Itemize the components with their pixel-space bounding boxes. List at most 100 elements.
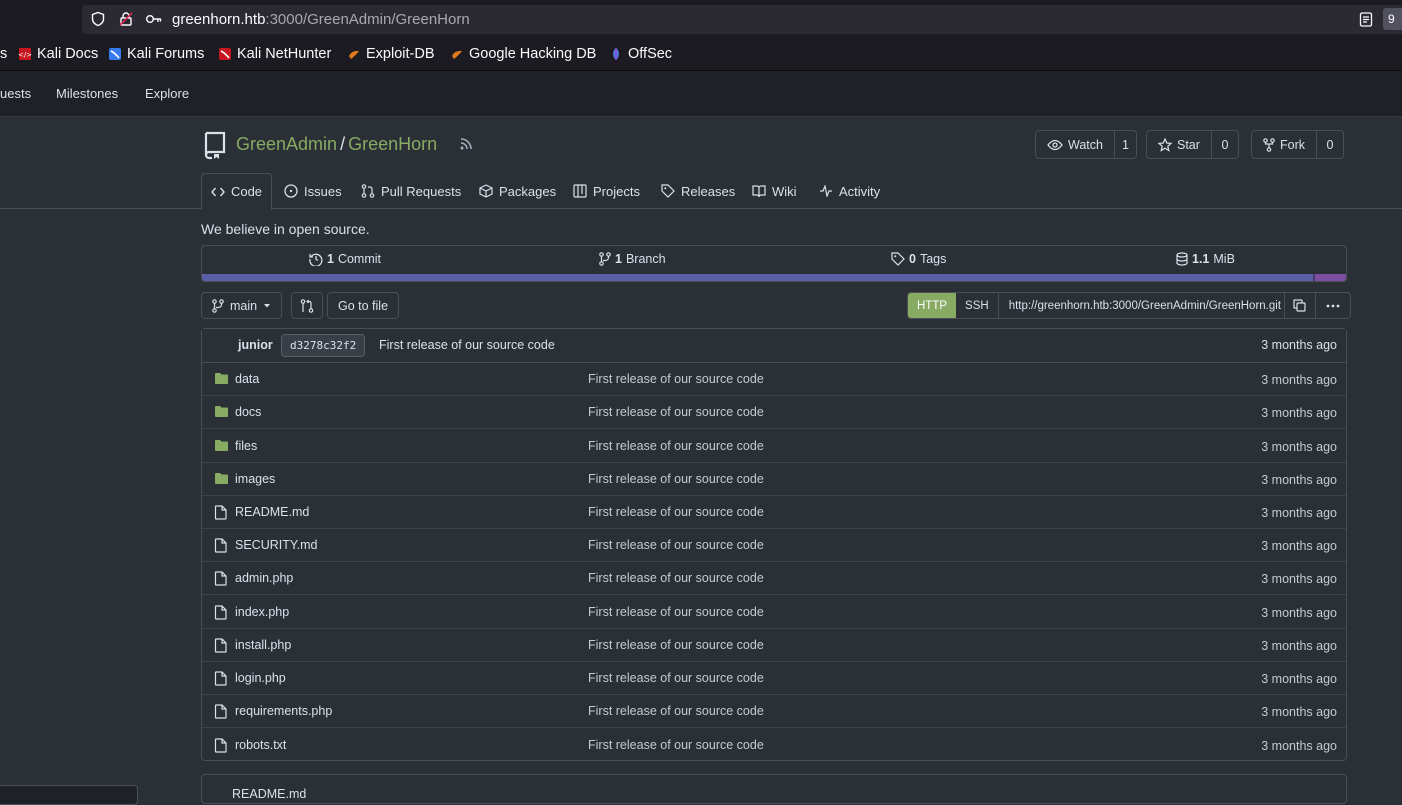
- tab-packages[interactable]: Packages: [479, 173, 556, 209]
- tab-issues[interactable]: Issues: [284, 173, 342, 209]
- repo-owner-link[interactable]: GreenAdmin: [236, 134, 337, 154]
- bookmark-kali-forums[interactable]: Kali Forums: [108, 46, 204, 62]
- file-commit-message[interactable]: First release of our source code: [588, 505, 764, 519]
- size-value: 1.1: [1192, 252, 1210, 266]
- tab-label: Projects: [593, 183, 640, 199]
- tab-activity[interactable]: Activity: [819, 173, 880, 209]
- file-name-link[interactable]: admin.php: [235, 571, 293, 585]
- watch-count[interactable]: 1: [1115, 131, 1136, 158]
- folder-icon: [214, 439, 229, 452]
- file-commit-message[interactable]: First release of our source code: [588, 671, 764, 685]
- commits-stat[interactable]: 1 Commit: [309, 252, 381, 266]
- fork-count[interactable]: 0: [1317, 131, 1343, 158]
- bookmark-offsec[interactable]: OffSec: [609, 46, 672, 62]
- repo-name-link[interactable]: GreenHorn: [348, 134, 437, 154]
- file-name-link[interactable]: SECURITY.md: [235, 538, 317, 552]
- insecure-lock-icon[interactable]: [118, 11, 134, 27]
- more-options-button[interactable]: [1316, 293, 1350, 318]
- file-name-link[interactable]: install.php: [235, 638, 291, 652]
- file-row: data First release of our source code 3 mo…: [202, 363, 1346, 396]
- bookmark-item[interactable]: s: [0, 46, 7, 62]
- eye-icon: [1047, 139, 1063, 150]
- watch-button[interactable]: Watch: [1036, 131, 1115, 158]
- bookmark-kali-nethunter[interactable]: Kali NetHunter: [218, 46, 331, 62]
- tab-pull-requests[interactable]: Pull Requests: [361, 173, 461, 209]
- file-name-link[interactable]: README.md: [235, 505, 309, 519]
- commit-message[interactable]: First release of our source code: [379, 338, 555, 352]
- fork-button[interactable]: Fork: [1252, 131, 1317, 158]
- file-commit-message[interactable]: First release of our source code: [588, 605, 764, 619]
- file-commit-age: 3 months ago: [1261, 440, 1337, 454]
- tab-releases[interactable]: Releases: [661, 173, 735, 209]
- file-commit-message[interactable]: First release of our source code: [588, 472, 764, 486]
- commit-sha[interactable]: d3278c32f2: [281, 334, 366, 357]
- clone-http-button[interactable]: HTTP: [908, 293, 957, 318]
- file-commit-message[interactable]: First release of our source code: [588, 405, 764, 419]
- size-unit: MiB: [1213, 252, 1235, 266]
- file-name-link[interactable]: images: [235, 472, 275, 486]
- tab-label: Packages: [499, 183, 557, 199]
- extension-badge[interactable]: 9: [1383, 8, 1402, 30]
- go-to-file-button[interactable]: Go to file: [327, 292, 400, 319]
- file-name-link[interactable]: data: [235, 372, 259, 386]
- file-name-link[interactable]: login.php: [235, 671, 286, 685]
- file-commit-message[interactable]: First release of our source code: [588, 571, 764, 585]
- file-name-link[interactable]: index.php: [235, 605, 289, 619]
- folder-icon: [214, 372, 229, 385]
- copy-url-button[interactable]: [1285, 293, 1316, 318]
- file-commit-message[interactable]: First release of our source code: [588, 538, 764, 552]
- file-table: junior d3278c32f2 First release of our s…: [201, 328, 1347, 761]
- book-icon: [752, 185, 766, 198]
- commit-author[interactable]: junior: [238, 338, 273, 352]
- nav-pull-requests[interactable]: uests: [0, 86, 31, 101]
- bookmark-google-hacking-db[interactable]: Google Hacking DB: [450, 46, 596, 62]
- bookmark-exploit-db[interactable]: Exploit-DB: [347, 46, 435, 62]
- url-bar[interactable]: greenhorn.htb:3000/GreenAdmin/GreenHorn …: [82, 5, 1402, 34]
- clone-ssh-button[interactable]: SSH: [956, 293, 999, 318]
- pull-request-icon: [361, 184, 375, 198]
- file-name-link[interactable]: requirements.php: [235, 704, 332, 718]
- file-icon: [214, 704, 227, 719]
- key-icon[interactable]: [145, 11, 163, 27]
- bookmark-kali-docs[interactable]: </> Kali Docs: [18, 46, 98, 62]
- file-commit-age: 3 months ago: [1261, 373, 1337, 387]
- file-commit-age: 3 months ago: [1261, 572, 1337, 586]
- reader-view-icon[interactable]: [1359, 12, 1373, 27]
- star-count[interactable]: 0: [1212, 131, 1238, 158]
- star-button[interactable]: Star: [1147, 131, 1212, 158]
- shield-icon[interactable]: [90, 11, 106, 27]
- file-name-link[interactable]: files: [235, 439, 257, 453]
- language-bar[interactable]: [201, 274, 1347, 282]
- repo-title-separator: /: [340, 134, 346, 154]
- tab-projects[interactable]: Projects: [573, 173, 640, 209]
- offsec-icon: [613, 48, 619, 60]
- clone-url-field[interactable]: http://greenhorn.htb:3000/GreenAdmin/Gre…: [999, 293, 1285, 318]
- file-commit-message[interactable]: First release of our source code: [588, 439, 764, 453]
- tags-stat[interactable]: 0 Tags: [891, 252, 946, 266]
- branches-stat[interactable]: 1 Branch: [599, 252, 666, 266]
- star-icon: [1158, 137, 1172, 152]
- file-name-link[interactable]: docs: [235, 405, 261, 419]
- file-commit-message[interactable]: First release of our source code: [588, 738, 764, 752]
- clone-panel: HTTP SSH http://greenhorn.htb:3000/Green…: [907, 292, 1351, 319]
- language-segment-1: [202, 274, 1313, 281]
- file-commit-message[interactable]: First release of our source code: [588, 704, 764, 718]
- watch-button-group: Watch 1: [1035, 130, 1137, 159]
- commits-count: 1: [327, 252, 334, 266]
- readme-label: README.md: [232, 787, 307, 801]
- tab-code[interactable]: Code: [201, 173, 272, 210]
- file-commit-age: 3 months ago: [1261, 406, 1337, 420]
- compare-button[interactable]: [291, 292, 323, 319]
- file-name-link[interactable]: robots.txt: [235, 738, 286, 752]
- repo-stats-bar: 1 Commit 1 Branch 0 Tags 1.1 MiB: [201, 245, 1347, 274]
- branch-selector[interactable]: main: [201, 292, 283, 319]
- tab-label: Releases: [681, 183, 736, 199]
- file-commit-message[interactable]: First release of our source code: [588, 372, 764, 386]
- rss-feed-icon[interactable]: [459, 137, 473, 151]
- tab-wiki[interactable]: Wiki: [752, 173, 797, 209]
- nav-milestones[interactable]: Milestones: [56, 86, 118, 101]
- repo-title: GreenAdmin / GreenHorn: [236, 134, 437, 155]
- file-commit-message[interactable]: First release of our source code: [588, 638, 764, 652]
- url-text[interactable]: greenhorn.htb:3000/GreenAdmin/GreenHorn: [172, 11, 470, 28]
- nav-explore[interactable]: Explore: [145, 86, 189, 101]
